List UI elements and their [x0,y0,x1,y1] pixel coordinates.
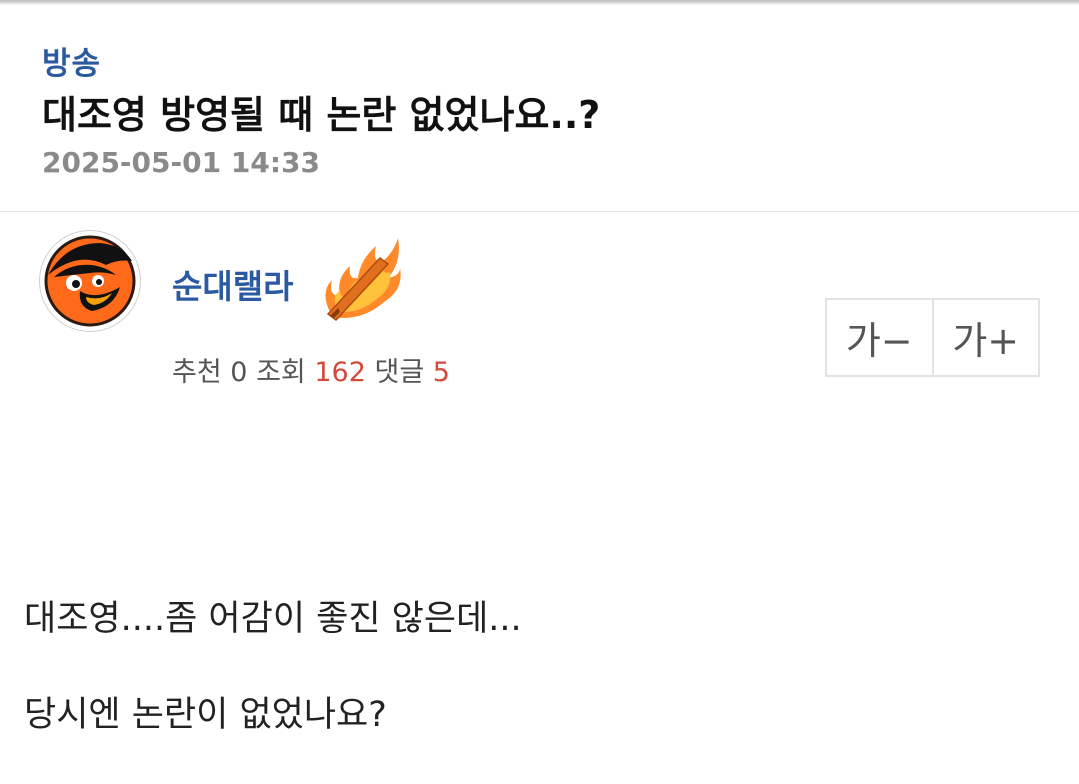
post-header: 방송 대조영 방영될 때 논란 없었나요..? 2025-05-01 14:33 [0,0,1079,212]
font-decrease-button[interactable]: 가− [827,300,932,375]
post-body-line: 당시엔 논란이 없었나요? [24,695,387,735]
font-increase-button[interactable]: 가+ [931,300,1039,375]
author-avatar[interactable] [39,230,141,332]
views-count: 162 [314,357,366,388]
recommend-label: 추천 [172,357,222,388]
orioles-bird-logo-icon [44,235,136,327]
views-label: 조회 [256,357,306,388]
comments-count[interactable]: 5 [433,357,450,388]
comments-label: 댓글 [374,357,425,388]
post-category[interactable]: 방송 [42,38,101,83]
author-name[interactable]: 순대랠라 [172,260,293,308]
flaming-bat-icon [310,232,404,326]
font-size-controls: 가− 가+ [825,298,1040,377]
post-datetime: 2025-05-01 14:33 [42,146,320,179]
post-title: 대조영 방영될 때 논란 없었나요..? [42,93,601,137]
post-stats: 추천 0 조회 162 댓글 5 [172,350,450,389]
post-body-line: 대조영....좀 어감이 좋진 않은데... [24,599,522,639]
recommend-count: 0 [230,357,248,388]
